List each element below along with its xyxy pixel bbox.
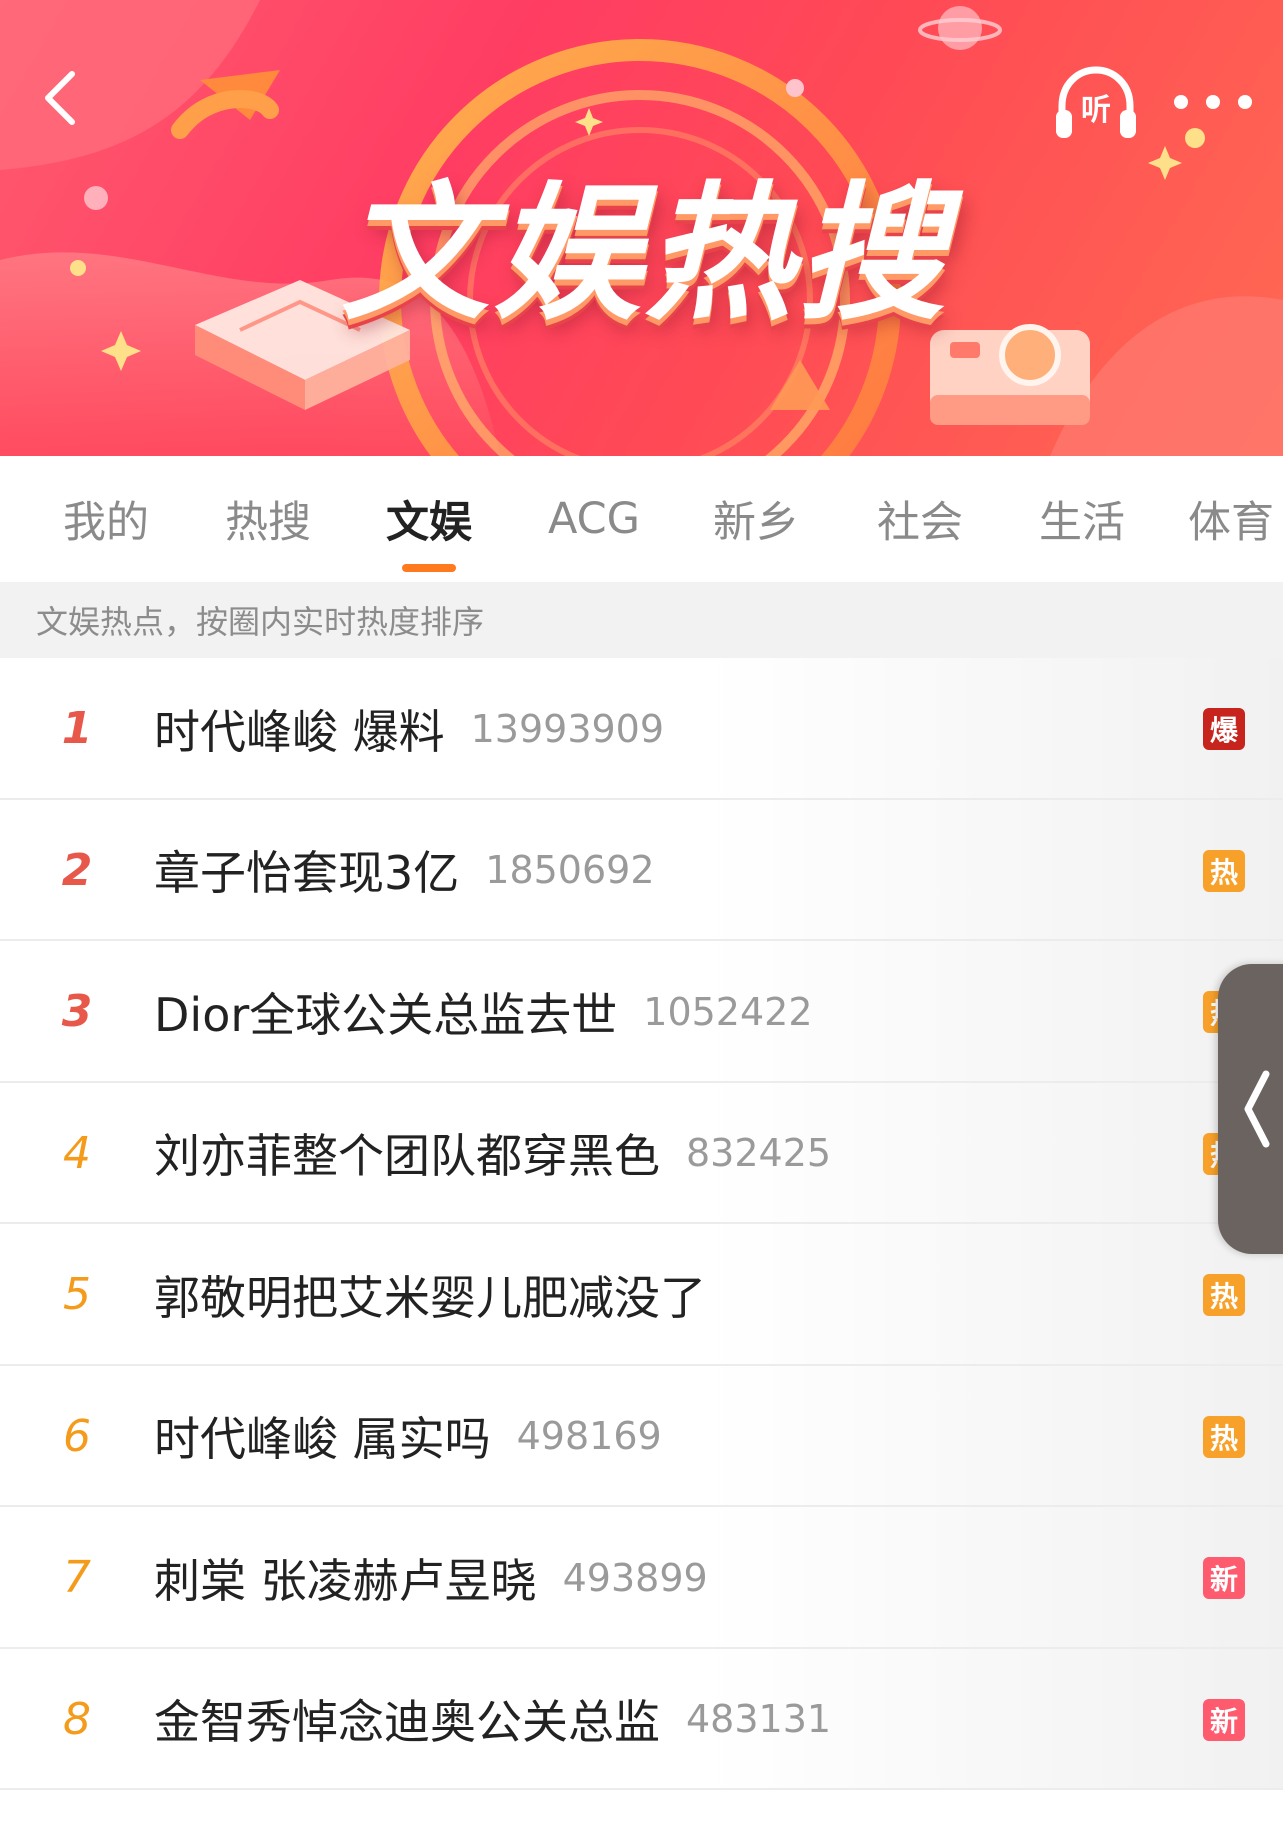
topic-title: Dior全球公关总监去世 [154,987,618,1042]
row-text: 郭敬明把艾米婴儿肥减没了 [154,1224,706,1365]
chevron-left-icon [1244,1070,1270,1148]
side-drawer-handle[interactable] [1218,964,1283,1254]
heat-count: 1052422 [643,989,813,1034]
list-item[interactable]: 8 金智秀悼念迪奥公关总监 483131 新 [0,1648,1283,1790]
list-description: 文娱热点，按圈内实时热度排序 [0,582,1283,658]
badge-new: 新 [1203,1557,1245,1599]
topic-title: 刘亦菲整个团队都穿黑色 [154,1129,660,1183]
active-tab-indicator [402,564,456,572]
badge-new: 新 [1203,1698,1245,1741]
tab-mine[interactable]: 我的 [46,456,166,582]
rank-number: 5 [63,1269,91,1320]
topic-title: 刺棠 张凌赫卢昱晓 [154,1553,537,1608]
row-text: 时代峰峻 属实吗 498169 [154,1366,662,1507]
list-item[interactable]: 2 章子怡套现3亿 1850692 热 [0,799,1283,941]
more-dots-icon [1174,95,1188,109]
row-text: 章子怡套现3亿 1850692 [154,800,655,941]
more-dot [1206,95,1220,109]
row-text: 刘亦菲整个团队都穿黑色 832425 [154,1083,831,1224]
list-item[interactable]: 5 郭敬明把艾米婴儿肥减没了 热 [0,1224,1283,1366]
topic-title: 金智秀悼念迪奥公关总监 [154,1695,660,1749]
badge-explode: 爆 [1203,708,1245,750]
topic-title: 郭敬明把艾米婴儿肥减没了 [154,1270,706,1325]
hot-search-list: 1 时代峰峻 爆料 13993909 爆 2 章子怡套现3亿 1850692 热… [0,658,1283,1790]
list-item[interactable]: 3 Dior全球公关总监去世 1052422 热 [0,941,1283,1083]
tab-society[interactable]: 社会 [860,456,980,582]
tab-sports[interactable]: 体育 [1188,456,1283,582]
rank-number: 6 [63,1410,91,1462]
category-tabs: 我的 热搜 文娱 ACG 新乡 社会 生活 体育 [0,456,1283,582]
topic-title: 时代峰峻 属实吗 [154,1412,491,1466]
header-banner: 听 文娱热搜 [0,0,1283,456]
back-button[interactable] [22,60,98,136]
row-text: 时代峰峻 爆料 13993909 [154,658,664,799]
listen-button[interactable]: 听 [1052,60,1140,148]
heat-count: 483131 [686,1697,832,1741]
badge-hot: 热 [1203,1274,1245,1316]
more-dot [1238,95,1252,109]
listen-label: 听 [1081,93,1111,128]
row-text: Dior全球公关总监去世 1052422 [154,941,813,1082]
heat-count: 13993909 [470,706,665,751]
banner-title: 文娱热搜 [341,167,949,340]
list-item[interactable]: 4 刘亦菲整个团队都穿黑色 832425 热 [0,1082,1283,1224]
row-text: 刺棠 张凌赫卢昱晓 493899 [154,1507,708,1648]
badge-hot: 热 [1203,1415,1245,1458]
heat-count: 498169 [516,1414,662,1458]
tab-life[interactable]: 生活 [1022,456,1142,582]
tab-hot[interactable]: 热搜 [208,456,328,582]
list-item[interactable]: 1 时代峰峻 爆料 13993909 爆 [0,658,1283,800]
list-item[interactable]: 6 时代峰峻 属实吗 498169 热 [0,1365,1283,1507]
row-text: 金智秀悼念迪奥公关总监 483131 [154,1649,831,1790]
topic-title: 章子怡套现3亿 [154,846,460,900]
heat-count: 1850692 [485,848,655,892]
chevron-left-icon [45,71,75,125]
rank-number: 7 [63,1552,91,1603]
list-item[interactable]: 7 刺棠 张凌赫卢昱晓 493899 新 [0,1507,1283,1649]
heat-count: 493899 [562,1555,708,1600]
rank-number: 4 [63,1127,91,1179]
rank-number: 8 [63,1693,91,1745]
badge-hot: 热 [1203,849,1245,892]
tab-xinxiang[interactable]: 新乡 [696,456,816,582]
topic-title: 时代峰峻 爆料 [154,704,445,759]
rank-number: 1 [61,703,93,754]
more-button[interactable] [1168,80,1258,124]
rank-number: 3 [61,986,93,1037]
tab-acg[interactable]: ACG [532,456,656,582]
heat-count: 832425 [686,1131,832,1175]
rank-number: 2 [61,844,93,896]
